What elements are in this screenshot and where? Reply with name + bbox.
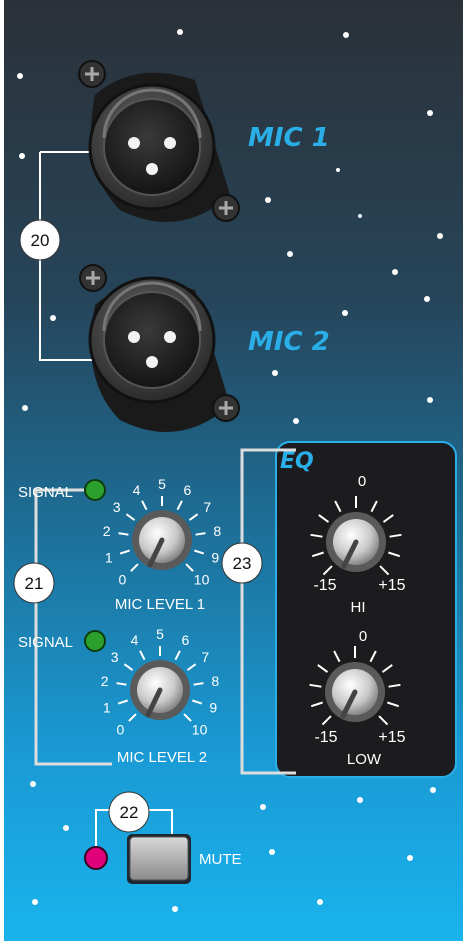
mute-label: MUTE [199, 851, 242, 868]
signal-led-2 [84, 630, 106, 652]
scale-number: 4 [131, 632, 139, 648]
mute-button[interactable] [129, 836, 189, 881]
svg-text:21: 21 [25, 574, 44, 593]
mic-level-2-knob[interactable] [130, 660, 190, 720]
scale-number: 9 [211, 549, 219, 565]
scale-number: 0 [117, 722, 125, 738]
eq-hi-max: +15 [378, 577, 405, 594]
scale-number: 10 [194, 572, 210, 588]
callout-23: 23 [221, 542, 263, 584]
eq-hi-center: 0 [358, 473, 366, 490]
mic-2-label: MIC 2 [248, 327, 330, 357]
scale-number: 6 [182, 632, 190, 648]
scale-number: 7 [201, 649, 209, 665]
scale-number: 6 [184, 482, 192, 498]
scale-number: 7 [203, 499, 211, 515]
panel-illustration: MIC 1 MIC 2 20 21 SIGNAL 012345678910 [4, 0, 463, 941]
scale-number: 2 [103, 523, 111, 539]
mic-level-2-label: MIC LEVEL 2 [117, 749, 207, 766]
screw-icon [79, 264, 107, 292]
screw-icon [212, 194, 240, 222]
mixer-panel: MIC 1 MIC 2 20 21 SIGNAL 0 1 2 3 4 5 6 7 8 9 10 [0, 0, 463, 941]
signal-label-2: SIGNAL [18, 634, 73, 651]
svg-text:20: 20 [31, 231, 50, 250]
eq-title: EQ [280, 449, 314, 474]
mic-level-1-knob[interactable] [132, 510, 192, 570]
eq-hi-label: HI [351, 599, 366, 616]
scale-number: 2 [101, 673, 109, 689]
eq-low-max: +15 [378, 729, 405, 746]
scale-number: 1 [105, 549, 113, 565]
screw-icon [78, 60, 106, 88]
callout-22: 22 [108, 791, 150, 833]
screw-icon [212, 394, 240, 422]
eq-hi-min: -15 [313, 577, 336, 594]
eq-hi-knob[interactable] [326, 512, 386, 572]
callout-21: 21 [13, 562, 55, 604]
callout-20: 20 [19, 219, 61, 261]
scale-number: 4 [133, 482, 141, 498]
scale-number: 9 [209, 699, 217, 715]
mic-level-1-label: MIC LEVEL 1 [115, 596, 205, 613]
scale-number: 3 [113, 499, 121, 515]
scale-number: 10 [192, 722, 208, 738]
eq-low-knob[interactable] [325, 662, 385, 722]
signal-led-1 [84, 479, 106, 501]
eq-low-label: LOW [347, 751, 382, 768]
scale-number: 0 [119, 572, 127, 588]
scale-number: 3 [111, 649, 119, 665]
signal-label-1: SIGNAL [18, 484, 73, 501]
eq-low-min: -15 [314, 729, 337, 746]
scale-number: 1 [103, 699, 111, 715]
mic-1-label: MIC 1 [248, 123, 330, 153]
scale-number: 8 [213, 523, 221, 539]
svg-text:23: 23 [233, 554, 252, 573]
eq-panel [275, 441, 457, 778]
scale-number: 5 [158, 476, 166, 492]
svg-text:22: 22 [120, 803, 139, 822]
scale-number: 5 [156, 626, 164, 642]
mute-led [84, 846, 108, 870]
scale-number: 8 [211, 673, 219, 689]
eq-low-center: 0 [359, 628, 367, 645]
